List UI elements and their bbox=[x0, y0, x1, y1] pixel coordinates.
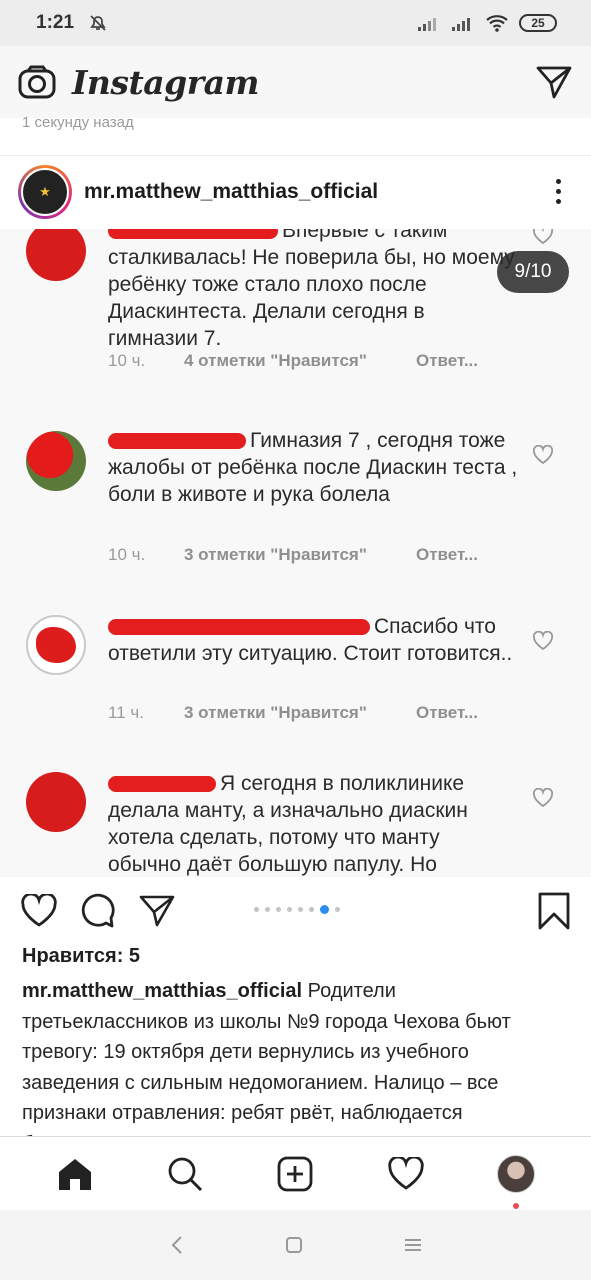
post-username[interactable]: mr.matthew_matthias_official bbox=[84, 180, 378, 204]
carousel-indicator bbox=[254, 905, 340, 914]
wifi-icon bbox=[486, 15, 508, 32]
redacted-username bbox=[108, 619, 370, 636]
redacted-username bbox=[108, 229, 278, 240]
post-actions bbox=[0, 880, 591, 942]
redacted-username bbox=[108, 776, 216, 793]
comment-time: 10 ч. bbox=[108, 351, 146, 370]
comment-heart-icon bbox=[532, 445, 554, 465]
activity-icon[interactable] bbox=[387, 1156, 425, 1191]
comment-heart-icon bbox=[532, 229, 554, 245]
comment-time: 10 ч. bbox=[108, 545, 146, 564]
app-header: Instagram bbox=[0, 46, 591, 118]
carousel-dot bbox=[335, 907, 340, 912]
app-logo: Instagram bbox=[72, 62, 259, 102]
camera-icon[interactable] bbox=[18, 65, 56, 99]
signal-icon-2 bbox=[452, 18, 470, 31]
post-timestamp: 1 секунду назад bbox=[22, 114, 134, 131]
carousel-dot bbox=[254, 907, 259, 912]
share-icon[interactable] bbox=[138, 894, 176, 928]
battery-icon: 25 bbox=[519, 14, 557, 32]
comment-avatar bbox=[26, 229, 86, 281]
more-options-icon[interactable] bbox=[556, 179, 573, 204]
caption-text: Родители третьеклассников из школы №9 го… bbox=[22, 980, 511, 1136]
likes-count[interactable]: Нравится: 5 bbox=[22, 945, 140, 968]
signal-icon bbox=[418, 18, 436, 31]
comment-reply: Ответ... bbox=[416, 703, 479, 722]
comment-heart-icon bbox=[532, 631, 554, 651]
carousel-dot bbox=[309, 907, 314, 912]
comment-avatar bbox=[26, 772, 86, 832]
carousel-dot bbox=[287, 907, 292, 912]
home-icon[interactable] bbox=[56, 1156, 94, 1192]
profile-tab-avatar[interactable] bbox=[496, 1154, 535, 1209]
bottom-nav bbox=[0, 1136, 591, 1210]
comment-icon[interactable] bbox=[80, 893, 116, 929]
search-icon[interactable] bbox=[166, 1155, 204, 1193]
notification-dot bbox=[512, 1202, 519, 1209]
status-time: 1:21 bbox=[36, 12, 75, 33]
comment-reply: Ответ... bbox=[416, 545, 479, 564]
slide-counter: 9/10 bbox=[497, 251, 569, 293]
direct-message-icon[interactable] bbox=[535, 64, 573, 100]
post-header: ★ mr.matthew_matthias_official bbox=[0, 155, 591, 227]
new-post-icon[interactable] bbox=[276, 1155, 314, 1193]
avatar-art: ★ bbox=[39, 183, 51, 199]
carousel-dot bbox=[320, 905, 329, 914]
back-icon[interactable] bbox=[169, 1235, 185, 1255]
comment-heart-icon bbox=[532, 788, 554, 808]
bookmark-icon[interactable] bbox=[537, 892, 571, 930]
carousel-dot bbox=[265, 907, 270, 912]
mute-icon bbox=[90, 15, 106, 31]
comment-time: 11 ч. bbox=[108, 703, 144, 722]
system-navigation bbox=[0, 1210, 591, 1280]
comment-likes: 3 отметки "Нравится" bbox=[184, 703, 367, 722]
comment-likes: 3 отметки "Нравится" bbox=[184, 545, 367, 564]
post-caption: mr.matthew_matthias_official Родители тр… bbox=[22, 976, 562, 1136]
heart-icon[interactable] bbox=[20, 894, 58, 928]
comment-likes: 4 отметки "Нравится" bbox=[184, 351, 367, 370]
comment-avatar bbox=[26, 615, 86, 675]
carousel-dot bbox=[276, 907, 281, 912]
post-image[interactable]: 9/10 Впервые с таким сталкивалась! Не по… bbox=[0, 229, 591, 877]
comment-reply: Ответ... bbox=[416, 351, 479, 370]
comment-text: Впервые с таким сталкивалась! Не поверил… bbox=[108, 229, 515, 350]
redacted-username bbox=[108, 433, 246, 450]
caption-username[interactable]: mr.matthew_matthias_official bbox=[22, 980, 302, 1002]
comment-avatar bbox=[26, 431, 86, 491]
post-author-avatar[interactable]: ★ bbox=[18, 164, 72, 219]
carousel-dot bbox=[298, 907, 303, 912]
status-bar: 1:21 25 bbox=[0, 0, 591, 46]
home-button-icon[interactable] bbox=[285, 1236, 303, 1254]
recents-icon[interactable] bbox=[403, 1237, 423, 1253]
